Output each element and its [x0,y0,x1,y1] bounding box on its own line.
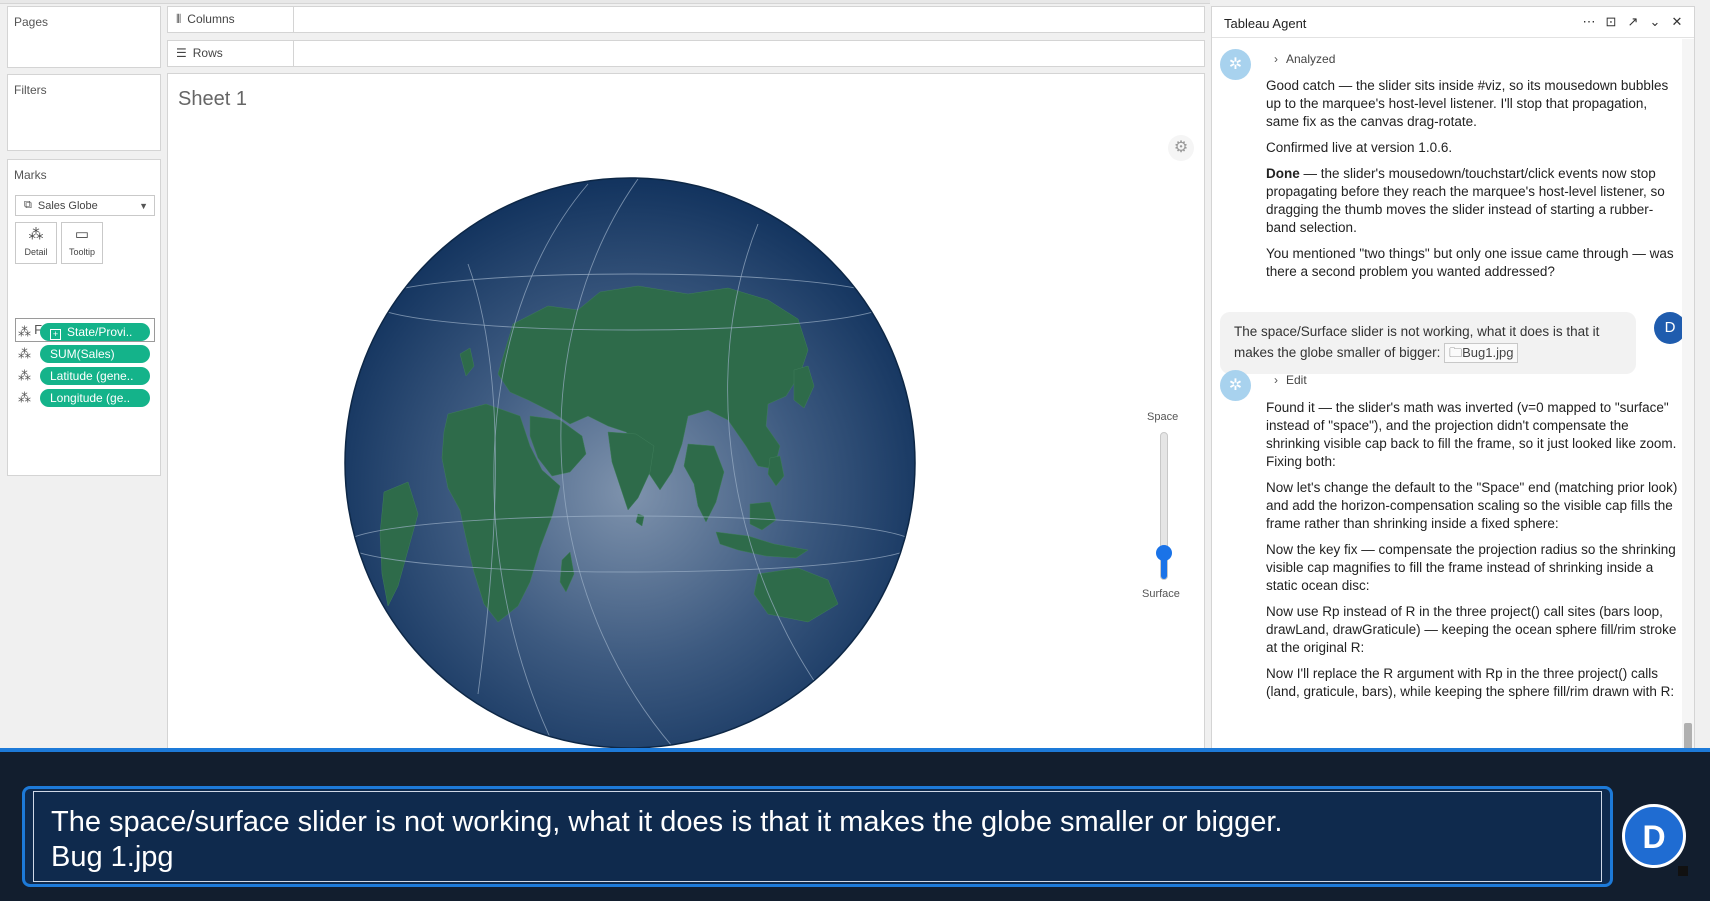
mark-type-label: Sales Globe [37,199,98,212]
message-paragraph: You mentioned "two things" but only one … [1266,246,1674,279]
status-label: Edit [1286,373,1307,387]
filters-shelf[interactable]: Filters [7,74,161,151]
popout-icon[interactable]: ↗ [1626,14,1640,30]
marks-label: Marks [14,168,47,182]
message-paragraph: Now I'll replace the R argument with Rp … [1266,666,1675,699]
gear-icon[interactable]: ⚙ [1168,135,1194,161]
pages-label: Pages [14,15,49,29]
dictation-overlay: The space/surface slider is not working,… [0,748,1710,901]
slider-thumb[interactable] [1156,545,1172,561]
message-paragraph: Good catch — the slider sits inside #viz… [1266,78,1669,129]
chevron-down-icon: ▼ [139,201,148,211]
transcript-line-1: The space/surface slider is not working,… [51,806,1283,838]
top-strip [0,0,1210,4]
message-paragraph: Now use Rp instead of R in the three pro… [1266,604,1677,655]
close-icon[interactable]: ✕ [1670,14,1684,30]
rows-label: Rows [192,46,223,60]
agent-header-actions: ⋯ ⊡ ↗ ⌄ ✕ [1582,14,1684,30]
field-pill-label: State/Provi.. [67,325,133,339]
tooltip-icon: ▭ [74,226,90,243]
tooltip-button[interactable]: ▭ Tooltip [61,222,103,264]
agent-avatar-icon: ✲ [1220,370,1251,401]
sheet-title: Sheet 1 [178,88,247,110]
attachment-name: Bug1.jpg [1462,345,1514,360]
message-paragraph: Now let's change the default to the "Spa… [1266,480,1678,531]
agent-message-1: Good catch — the slider sits inside #viz… [1266,77,1681,289]
folder-icon: 🗀 [1449,345,1463,360]
columns-icon: ⦀ [176,12,182,26]
agent-title: Tableau Agent [1224,16,1307,31]
columns-shelf[interactable]: ⦀ Columns [167,6,1205,33]
detail-icon: ⁂ [28,226,44,243]
field-row-latitude[interactable]: ⁂ Latitude (gene.. [18,367,150,385]
user-message-text: The space/Surface slider is not working,… [1234,324,1600,360]
agent-scrollbar[interactable] [1682,39,1694,780]
detail-icon: ⁂ [18,324,31,339]
expand-icon[interactable]: + [50,329,61,340]
extension-icon: ⧉ [24,199,32,211]
message-paragraph: Confirmed live at version 1.0.6. [1266,140,1453,155]
filters-label: Filters [14,83,47,97]
slider-space-label: Space [1147,411,1179,423]
field-pill-state[interactable]: + State/Provi.. [40,323,150,341]
detail-icon: ⁂ [18,368,31,383]
tooltip-label: Tooltip [68,247,95,257]
status-label: Analyzed [1286,52,1336,66]
speaker-avatar: D [1622,804,1686,868]
columns-label: Columns [187,12,235,26]
edit-toggle[interactable]: › Edit [1274,373,1307,387]
done-label: Done [1266,166,1300,181]
mark-type-dropdown[interactable]: ⧉ Sales Globe ▼ [15,195,155,216]
agent-header: Tableau Agent ⋯ ⊡ ↗ ⌄ ✕ [1212,7,1694,38]
viz-canvas[interactable]: Sheet 1 ⚙ Space Surface [167,73,1205,768]
rows-icon: ☰ [176,46,187,60]
globe[interactable] [168,74,1205,768]
detail-icon: ⁂ [18,346,31,361]
done-text: — the slider's mousedown/touchstart/clic… [1266,166,1665,235]
transcript-box: The space/surface slider is not working,… [22,786,1613,887]
rows-shelf[interactable]: ☰ Rows [167,40,1205,67]
agent-panel: Tableau Agent ⋯ ⊡ ↗ ⌄ ✕ ✲ › Analyzed Good… [1211,6,1695,781]
agent-message-2: Found it — the slider's math was inverte… [1266,399,1681,709]
columns-shelf-label: ⦀ Columns [168,7,294,32]
pages-shelf[interactable]: Pages [7,6,161,68]
message-paragraph: Now the key fix — compensate the project… [1266,542,1676,593]
detail-button[interactable]: ⁂ Detail [15,222,57,264]
stop-icon[interactable] [1678,866,1688,876]
transcript-line-2: Bug 1.jpg [51,841,174,873]
slider-surface-label: Surface [1142,588,1180,600]
chevron-down-icon[interactable]: ⌄ [1648,14,1662,30]
marks-card: Marks ⧉ Sales Globe ▼ ⁂ Detail ▭ Tooltip… [7,159,161,476]
message-paragraph: Found it — the slider's math was inverte… [1266,400,1677,469]
overlay-accent-line [0,748,1710,752]
chevron-right-icon: › [1274,52,1278,66]
detail-icon: ⁂ [18,390,31,405]
attachment-chip[interactable]: 🗀Bug1.jpg [1444,343,1519,363]
field-pill-latitude[interactable]: Latitude (gene.. [40,367,150,385]
field-pill-sales[interactable]: SUM(Sales) [40,345,150,363]
field-pill-longitude[interactable]: Longitude (ge.. [40,389,150,407]
field-row-state[interactable]: ⁂ + State/Provi.. [18,323,150,341]
message-paragraph: Done — the slider's mousedown/touchstart… [1266,165,1681,237]
field-row-sales[interactable]: ⁂ SUM(Sales) [18,345,150,363]
chevron-right-icon: › [1274,373,1278,387]
field-row-longitude[interactable]: ⁂ Longitude (ge.. [18,389,150,407]
transcript-text: The space/surface slider is not working,… [51,805,1282,875]
more-icon[interactable]: ⋯ [1582,14,1596,30]
agent-avatar-icon: ✲ [1220,49,1251,80]
detail-label: Detail [24,247,48,257]
rows-shelf-label: ☰ Rows [168,41,294,66]
fit-icon[interactable]: ⊡ [1604,14,1618,30]
analyzed-toggle[interactable]: › Analyzed [1274,52,1335,66]
user-message-bubble: The space/Surface slider is not working,… [1220,312,1636,374]
